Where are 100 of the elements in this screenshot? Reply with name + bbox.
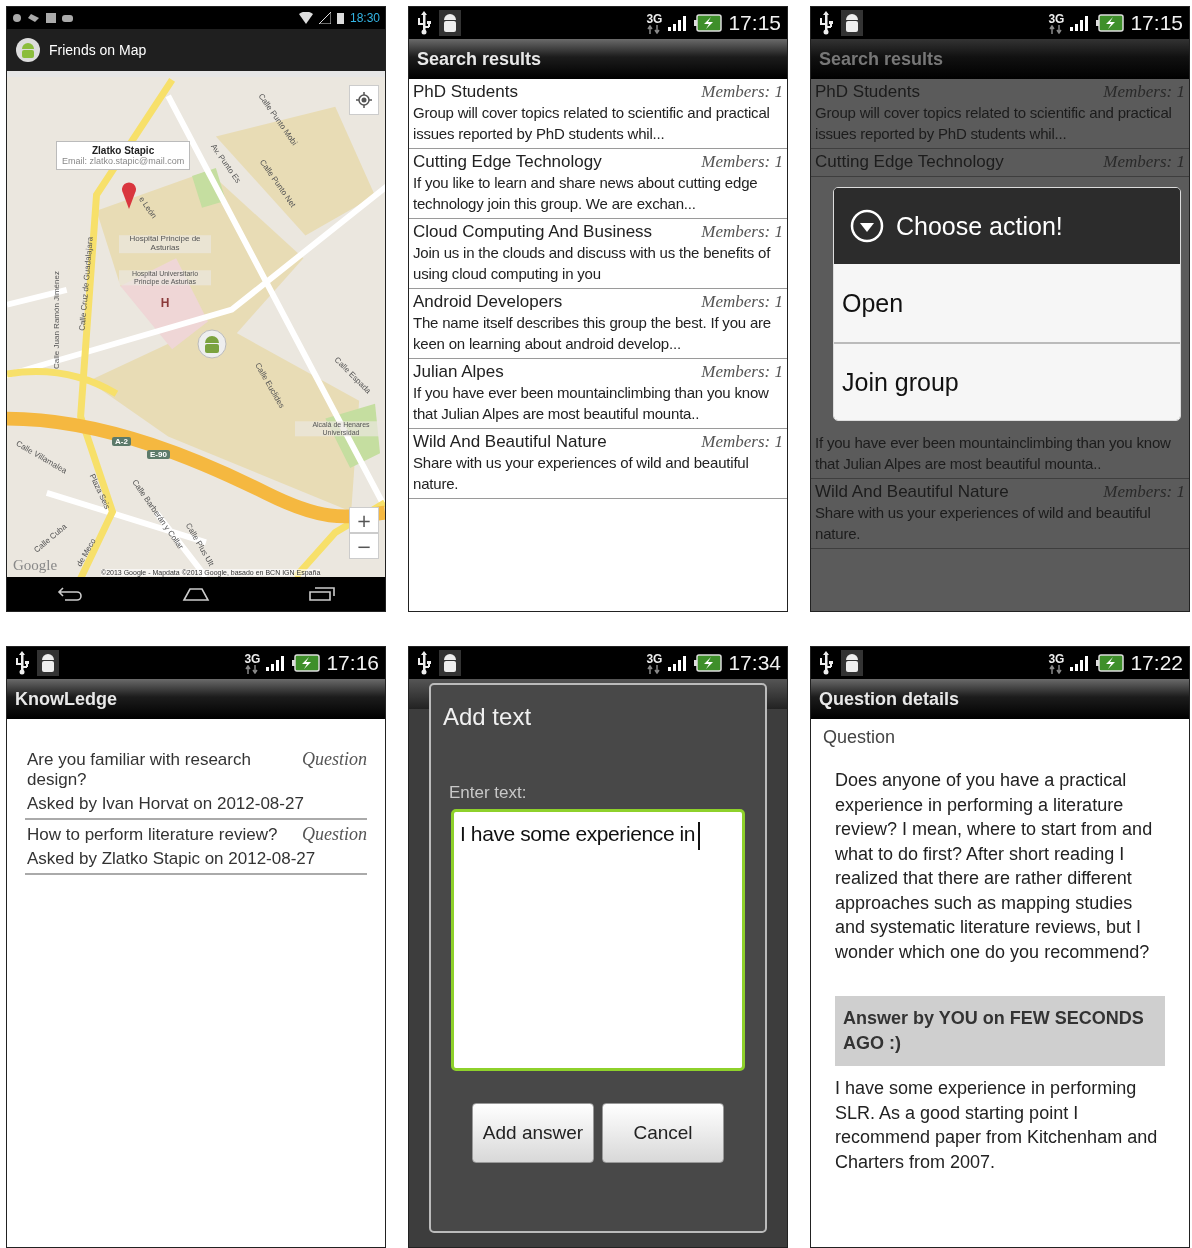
map-label: Calle Cruz de Guadalajara (78, 236, 96, 332)
usb-icon (415, 651, 433, 675)
status-time: 17:22 (1130, 651, 1183, 675)
signal-icon (266, 655, 287, 671)
signal-icon (668, 655, 689, 671)
menu-option[interactable]: Open (834, 264, 1180, 342)
app-icon (15, 37, 41, 63)
text-input-field[interactable]: I have some experience in (451, 809, 745, 1071)
map-label: Plaza Seis (87, 473, 111, 511)
wifi-icon (298, 12, 313, 24)
group-description: Group will cover topics related to scientific and practical issues reported by PhD students whil... (815, 103, 1173, 144)
back-button[interactable] (56, 586, 83, 602)
usb-icon (415, 11, 433, 35)
group-name[interactable]: Julian Alpes (413, 362, 504, 382)
battery-icon (292, 654, 321, 672)
member-count: Members: 1 (701, 292, 783, 312)
network-type: 3G (1048, 12, 1065, 25)
member-count: Members: 1 (701, 152, 783, 172)
screen-title: Question details (811, 679, 1189, 719)
group-name[interactable]: Cloud Computing And Business (413, 222, 653, 242)
location-icon (12, 13, 22, 23)
road-badge: A-2 (112, 437, 131, 446)
group-description: Share with us your experiences of wild and beautiful nature. (413, 453, 750, 494)
tag-icon (28, 14, 40, 22)
data-arrows-icon (647, 664, 662, 674)
group-name[interactable]: Android Developers (413, 292, 563, 312)
data-arrows-icon (647, 24, 662, 34)
status-time: 18:30 (349, 11, 380, 25)
data-arrows-icon (245, 664, 260, 674)
robot-marker-icon[interactable] (197, 329, 227, 359)
screen-title: KnowLedge (7, 679, 385, 719)
group-description: If you have ever been mountainclimbing than you know that Julian Alpes are most beautiful mounta.. (815, 433, 1172, 474)
group-description: The name itself describes this group the best. If you are keen on learning about android develop... (413, 313, 772, 354)
map-pin-icon[interactable] (121, 181, 137, 209)
network-type: 3G (1048, 652, 1065, 665)
zoom-in-button[interactable]: + (349, 507, 379, 533)
group-name[interactable]: Cutting Edge Technology (413, 152, 602, 172)
battery-icon (336, 12, 344, 24)
usb-icon (817, 651, 835, 675)
status-time: 17:16 (326, 651, 379, 675)
group-name[interactable]: Wild And Beautiful Nature (413, 432, 607, 452)
group-description: If you like to learn and share news about cutting edge technology join this group. We are exchan... (413, 173, 759, 214)
zoom-out-button[interactable]: − (349, 533, 379, 559)
robot-icon (439, 10, 461, 36)
usb-icon (817, 11, 835, 35)
data-arrows-icon (1049, 24, 1064, 34)
network-type: 3G (646, 12, 663, 25)
question-text: Does anyone of you have a practical experience in performing a literature review? I mean, where to start from and what to do first? After short reading I realized that there are rather different approaches such as mapping studies and systematic literature reviews, but I wonder which one do you recommend? (835, 769, 1154, 964)
network-type: 3G (646, 652, 663, 665)
dialog-title: Choose action! (896, 211, 1063, 241)
section-label: Question (823, 727, 897, 748)
question-title[interactable]: Are you familiar with research design? (27, 750, 300, 790)
app-title: Friends on Map (49, 42, 147, 58)
battery-icon (694, 14, 723, 32)
my-location-button[interactable] (349, 85, 379, 115)
screen-title: Search results (409, 39, 787, 79)
menu-option[interactable]: Join group (834, 342, 1180, 420)
cancel-button[interactable]: Cancel (602, 1103, 724, 1163)
dialog-title: Add text (442, 702, 533, 731)
usb-icon (13, 651, 31, 675)
asked-by: Asked by Ivan Horvat on 2012-08-27 (27, 794, 305, 814)
network-type: 3G (244, 652, 261, 665)
map-label: Calle Juan Ramón Jiménez (52, 271, 62, 369)
question-title[interactable]: How to perform literature review? (27, 825, 278, 845)
home-button[interactable] (182, 587, 210, 601)
map-label: Hospital Principe de Asturias (119, 235, 211, 253)
dropdown-circle-icon (850, 209, 884, 243)
add-answer-button[interactable]: Add answer (472, 1103, 594, 1163)
robot-icon (841, 10, 863, 36)
road-badge: E-90 (147, 450, 170, 459)
signal-icon (1070, 15, 1091, 31)
robot-icon (439, 650, 461, 676)
asked-by: Asked by Zlatko Stapic on 2012-08-27 (27, 849, 317, 869)
member-count: Members: 1 (701, 432, 783, 452)
answer-header: Answer by YOU on FEW SECONDS AGO :) (835, 996, 1165, 1066)
recent-apps-button[interactable] (309, 587, 336, 601)
info-window[interactable]: Zlatko Stapic Email: zlatko.stapic@mail.com (56, 141, 191, 170)
recent-apps-icon (309, 587, 336, 601)
group-name[interactable]: PhD Students (413, 82, 518, 102)
robot-icon (841, 650, 863, 676)
battery-icon (1096, 654, 1125, 672)
group-description: If you have ever been mountainclimbing than you know that Julian Alpes are most beautiful mounta.. (413, 383, 770, 424)
data-arrows-icon (1049, 664, 1064, 674)
answer-text: I have some experience in performing SLR. As a good starting point I recommend paper from Kitchenham and Charters from 2007. (835, 1077, 1159, 1174)
status-time: 17:34 (728, 651, 781, 675)
item-type: Question (302, 749, 367, 770)
screen-title: Search results (811, 39, 1189, 79)
member-count: Members: 1 (701, 222, 783, 242)
battery-icon (1096, 14, 1125, 32)
home-icon (182, 587, 210, 601)
map-logo: Google (13, 557, 58, 574)
image-icon (46, 13, 56, 23)
status-time: 17:15 (1130, 11, 1183, 35)
signal-icon (668, 15, 689, 31)
signal-icon (1070, 655, 1091, 671)
group-description: Join us in the clouds and discuss with us the benefits of using cloud computing in you (413, 243, 772, 284)
gamepad-icon (62, 14, 73, 22)
signal-icon (318, 12, 331, 24)
status-time: 17:15 (728, 11, 781, 35)
robot-icon (37, 650, 59, 676)
